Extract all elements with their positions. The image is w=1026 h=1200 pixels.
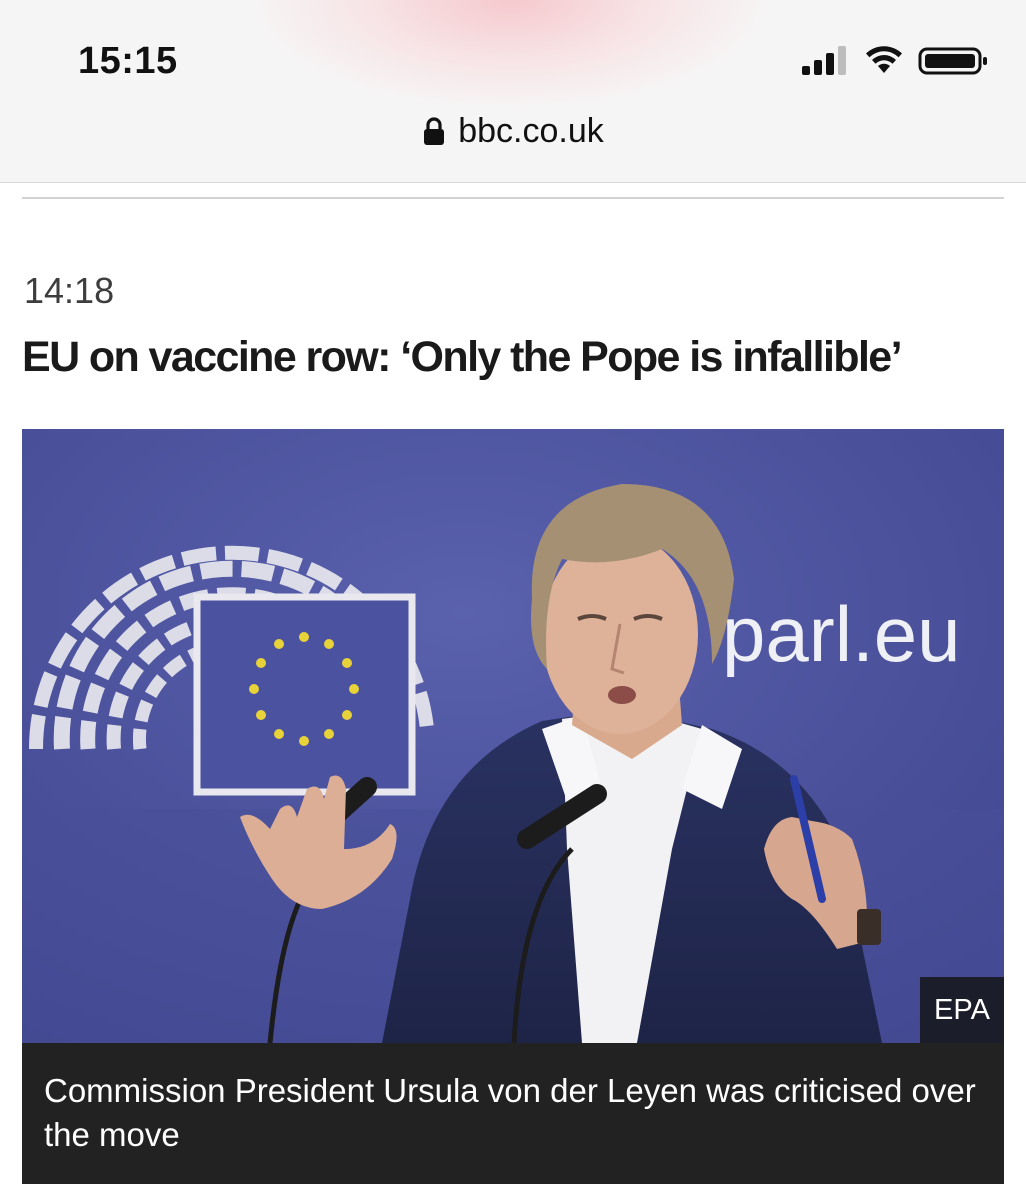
article-headline[interactable]: EU on vaccine row: ‘Only the Pope is inf… [22, 333, 1012, 382]
wifi-icon [866, 46, 902, 73]
lock-icon [424, 117, 445, 145]
divider [22, 197, 1004, 199]
status-icons [800, 44, 990, 84]
url-text[interactable]: bbc.co.uk [458, 112, 604, 151]
image-credit: EPA [920, 977, 1004, 1043]
address-bar[interactable]: bbc.co.uk [0, 106, 1026, 156]
post-timestamp: 14:18 [24, 270, 115, 311]
article-image-figure: parl.eu EPA Commission President Ursula … [22, 429, 1004, 1184]
eu-flag [193, 593, 416, 796]
browser-top-bar: 15:15 bbc.co.uk [0, 0, 1026, 183]
status-time: 15:15 [78, 40, 178, 82]
photo-illustration: parl.eu [22, 429, 1004, 1043]
backdrop-text: parl.eu [722, 590, 961, 678]
image-caption: Commission President Ursula von der Leye… [22, 1043, 1004, 1184]
cellular-signal-icon [802, 46, 846, 75]
article-photo[interactable]: parl.eu EPA [22, 429, 1004, 1043]
battery-icon [918, 47, 987, 75]
